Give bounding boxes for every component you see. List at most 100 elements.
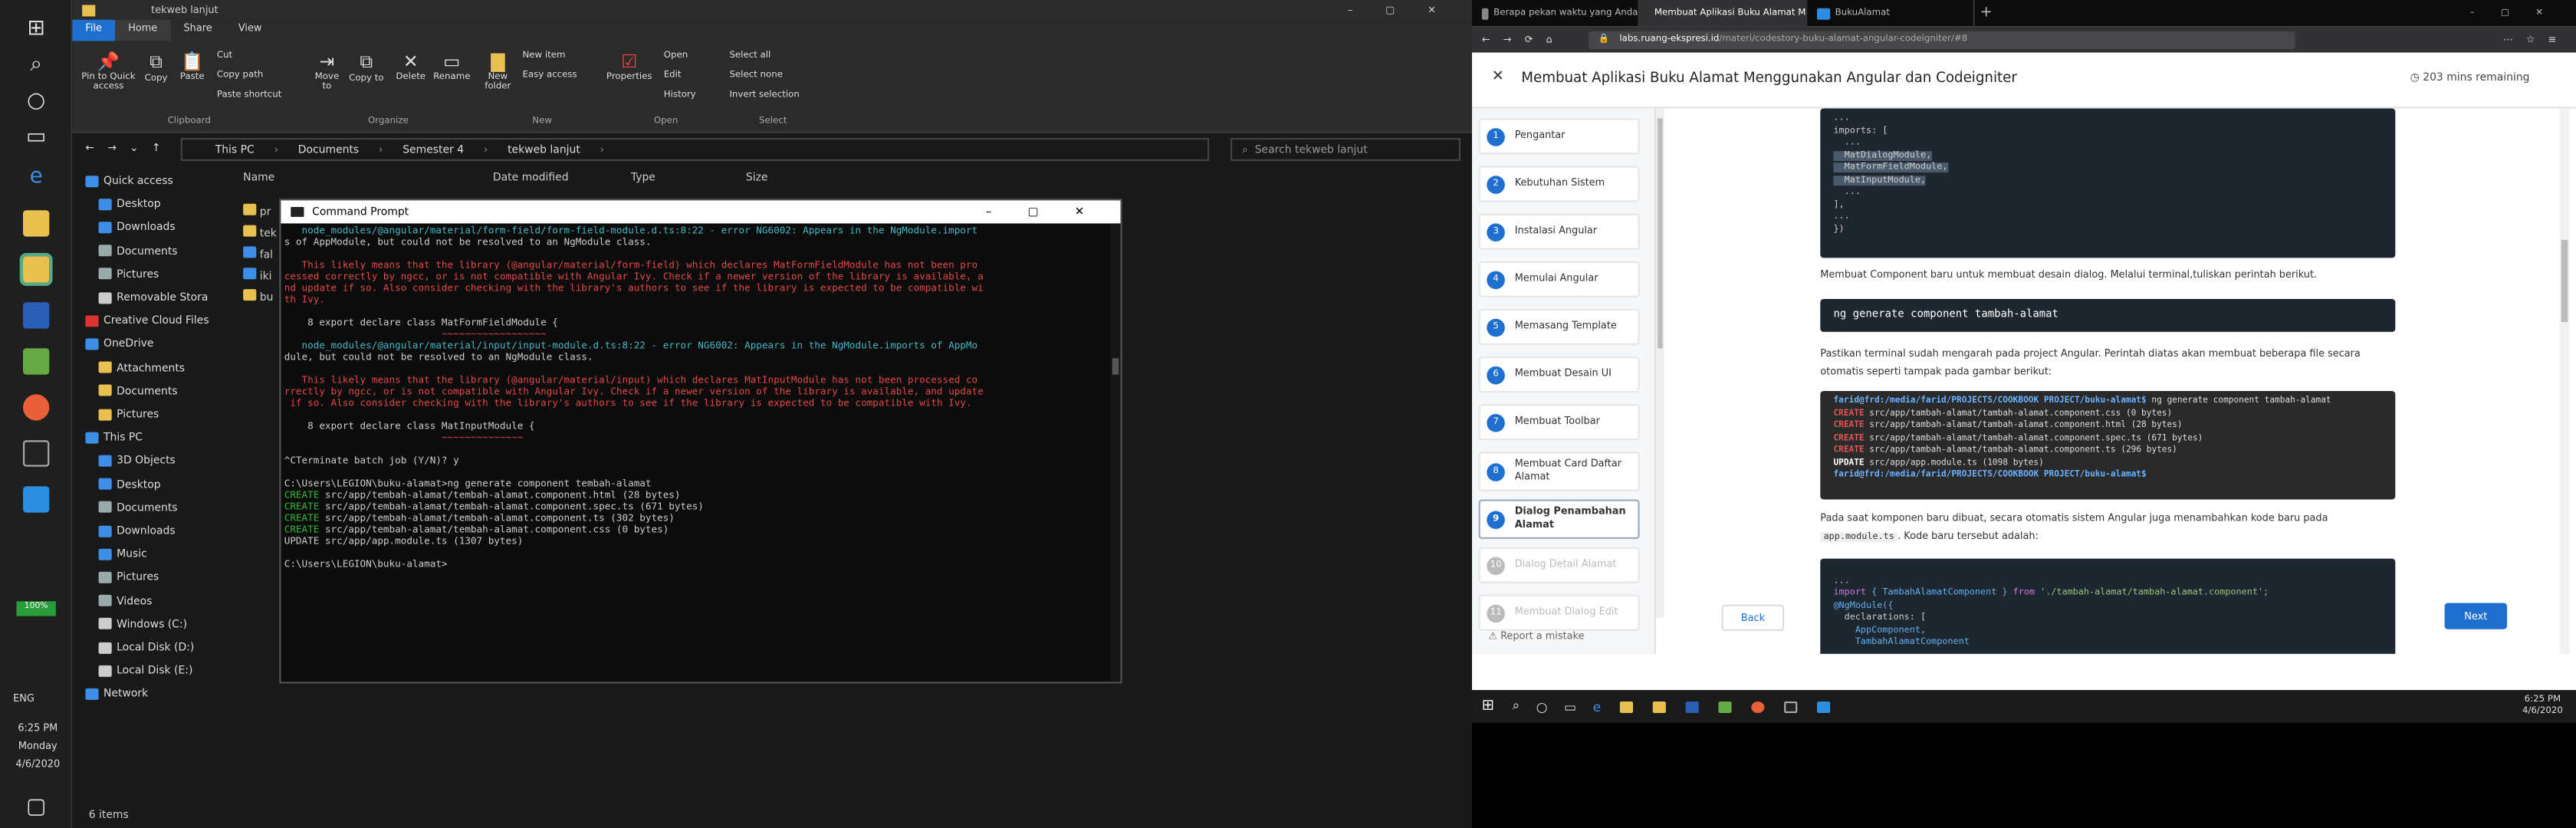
tab-share[interactable]: Share [170,20,225,41]
step-item-5[interactable]: 5 Memasang Template [1478,308,1640,346]
nav-item[interactable]: Downloads [98,218,176,238]
nav-item[interactable]: Network [85,684,148,704]
nav-item[interactable]: Local Disk (E:) [98,661,192,681]
cut-button[interactable]: Cut [217,51,232,61]
col-name[interactable]: Name [243,171,274,184]
step-item-7[interactable]: 7 Membuat Toolbar [1478,404,1640,441]
lang-indicator[interactable]: ENG [13,693,34,705]
step-item-6[interactable]: 6 Membuat Desain UI [1478,356,1640,393]
browser-tab-3[interactable]: BukuAlamat [1807,0,1975,27]
task-view-icon[interactable]: ▭ [13,118,59,154]
cortana-icon[interactable]: ○ [13,82,59,118]
nav-buttons[interactable]: ←→⟳⌂ [1472,34,1566,45]
url-bar[interactable]: 🔒 labs.ruang-ekspresi.id/materi/codestor… [1588,30,2295,49]
nav-item[interactable]: 3D Objects [98,451,176,471]
open-button[interactable]: Open [664,51,688,61]
store-icon[interactable] [23,210,50,237]
store-icon[interactable] [1618,700,1632,712]
step-item-8[interactable]: 8 Membuat Card Daftar Alamat [1478,452,1640,491]
paste-button[interactable]: 📋 Paste [174,51,210,82]
word-icon[interactable] [23,302,50,329]
nav-item[interactable]: Pictures [98,404,159,424]
nav-item[interactable]: Creative Cloud Files [85,310,209,330]
nav-item[interactable]: Windows (C:) [98,614,187,634]
tab-home[interactable]: Home [115,19,171,41]
word-icon[interactable] [1684,700,1698,712]
move-to-button[interactable]: ⇥ Move to [309,51,345,92]
browser-tab-1[interactable]: Berapa pekan waktu yang Anda [1472,0,1640,27]
nav-item[interactable]: Pictures [98,567,159,587]
app-stack-icon[interactable] [1717,700,1731,712]
firefox-icon[interactable] [23,394,50,421]
nav-item[interactable]: Music [98,544,147,564]
new-folder-button[interactable]: ▇ New folder [480,51,516,92]
step-item-10[interactable]: 10 Dialog Detail Alamat [1478,547,1640,583]
history-button[interactable]: History [664,90,696,100]
col-date[interactable]: Date modified [493,171,569,184]
crumb-semester[interactable]: Semester 4 [402,143,464,156]
nav-item[interactable]: Documents [98,498,178,518]
rename-button[interactable]: ▭ Rename [430,51,473,82]
start-icon[interactable]: ⊞ [1472,698,1504,715]
nav-item[interactable]: OneDrive [85,334,154,354]
properties-button[interactable]: ☑ Properties [605,51,654,82]
nav-item[interactable]: Local Disk (D:) [98,637,194,657]
nav-item[interactable]: Desktop [98,194,161,214]
nav-item[interactable]: Videos [98,591,152,611]
nav-item[interactable]: Quick access [85,171,173,191]
page-scrollbar[interactable] [2559,108,2570,654]
col-type[interactable]: Type [631,171,656,184]
start-icon[interactable]: ⊞ [13,10,59,46]
taskbar-clock[interactable]: 6:25 PM 4/6/2020 [2522,695,2576,718]
notification-icon[interactable]: ▢ [13,789,59,825]
nav-item[interactable]: Desktop [98,474,161,494]
cmd-taskbar-icon[interactable] [23,440,50,467]
browser-window-controls[interactable]: –▢✕ [2470,0,2576,26]
pin-button[interactable]: 📌 Pin to Quick access [79,51,138,92]
search-icon[interactable]: ⌕ [1504,698,1528,715]
browser-tab-2[interactable]: Membuat Aplikasi Buku Alamat M [1639,0,1808,27]
file-explorer-icon[interactable] [1651,700,1665,712]
cortana-icon[interactable]: ○ [1528,699,1556,714]
firefox-icon[interactable] [1750,700,1764,712]
delete-button[interactable]: ✕ Delete [391,51,430,82]
new-item-button[interactable]: New item [522,51,565,61]
tab-view[interactable]: View [225,20,275,41]
edge-icon[interactable]: e [1585,699,1609,714]
step-item-3[interactable]: 3 Instalasi Angular [1478,213,1640,250]
tab-file[interactable]: File [72,19,116,41]
new-tab-button[interactable]: + [1975,0,1998,26]
toolbar-icons[interactable]: ⋯☆≡ [2503,34,2576,45]
copy-path-button[interactable]: Copy path [217,71,263,80]
file-row-4[interactable]: iki [243,268,277,289]
file-row-2[interactable]: tek [243,225,277,247]
close-icon[interactable]: ✕ [1492,69,1504,85]
nav-item[interactable]: Removable Stora [98,288,208,307]
battery-badge[interactable]: 100% [16,601,56,616]
clock-time[interactable]: 6:25 PM [10,723,66,734]
file-row-1[interactable]: pr [243,203,277,225]
task-view-icon[interactable]: ▭ [1556,699,1585,714]
edit-button[interactable]: Edit [664,71,682,80]
search-icon[interactable]: ⌕ [13,46,59,82]
step-item-1[interactable]: 1 Pengantar [1478,118,1640,155]
sidebar-scrollbar[interactable] [1656,108,1664,618]
back-button[interactable]: Back [1721,604,1785,631]
step-item-2[interactable]: 2 Kebutuhan Sistem [1478,166,1640,202]
nav-item[interactable]: This PC [85,428,143,448]
step-item-4[interactable]: 4 Memulai Angular [1478,261,1640,297]
paste-shortcut-button[interactable]: Paste shortcut [217,90,281,100]
step-item-9[interactable]: 9 Dialog Penambahan Alamat [1478,499,1640,539]
nav-item[interactable]: Pictures [98,264,159,284]
report-link[interactable]: ⚠ Report a mistake [1488,631,1584,642]
nav-item[interactable]: Documents [98,381,178,401]
file-explorer-icon[interactable] [19,253,53,286]
nav-item[interactable]: Downloads [98,521,176,540]
nav-item[interactable]: Attachments [98,357,185,377]
app-stack-icon[interactable] [23,348,50,375]
nav-arrows[interactable]: ←→⌄↑ [85,141,173,154]
vscode-icon[interactable] [1815,700,1830,712]
cmd-taskbar-icon[interactable] [1783,700,1797,712]
copy-button[interactable]: ⧉ Copy [138,51,174,84]
edge-icon[interactable]: e [13,158,59,194]
